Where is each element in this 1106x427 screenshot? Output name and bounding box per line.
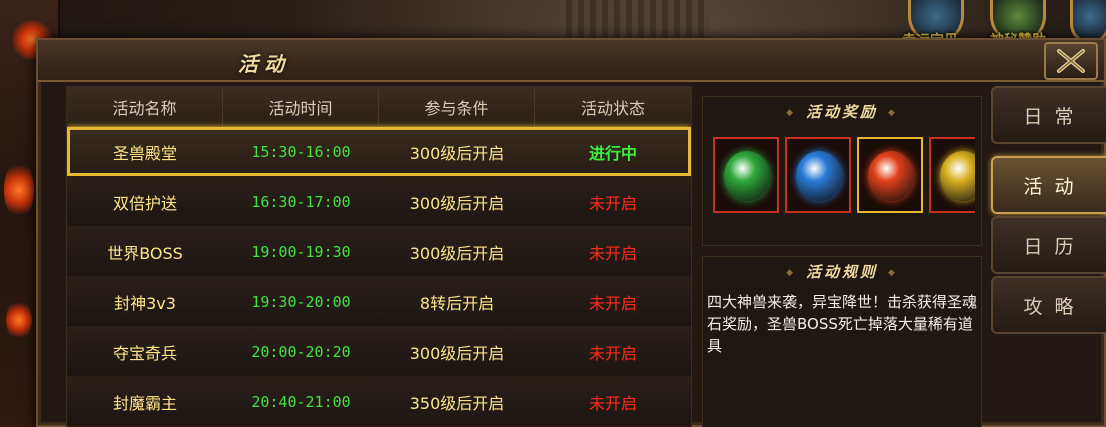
green-beast-soul-stone-icon — [724, 151, 770, 201]
activity-time-cell: 16:30-17:00 — [251, 192, 351, 211]
table-row[interactable]: 世界BOSS 19:00-19:30 300级后开启 未开启 — [67, 227, 691, 277]
rule-description: 四大神兽来袭，异宝降世！击杀获得圣魂石奖励，圣兽BOSS死亡掉落大量稀有道具 — [707, 293, 978, 355]
window-title: 活动 — [238, 52, 290, 76]
reward-panel-title: 活动奖励 — [703, 101, 981, 122]
activity-status-cell: 未开启 — [588, 293, 637, 313]
activity-time-cell: 20:40-21:00 — [251, 392, 351, 411]
activity-status-cell: 未开启 — [588, 193, 637, 213]
tab-daily[interactable]: 日常 — [991, 86, 1106, 144]
reward-item[interactable] — [857, 137, 923, 213]
table-row[interactable]: 封神3v3 19:30-20:00 8转后开启 未开启 — [67, 277, 691, 327]
activity-condition-cell: 300级后开启 — [409, 243, 505, 263]
reward-item[interactable] — [713, 137, 779, 213]
blue-beast-soul-stone-icon — [796, 151, 842, 201]
activity-time-cell: 19:30-20:00 — [251, 292, 351, 311]
activity-time-cell: 15:30-16:00 — [251, 142, 351, 161]
activity-condition-cell: 8转后开启 — [419, 293, 495, 313]
header-activity-time: 活动时间 — [223, 87, 379, 126]
header-condition: 参与条件 — [379, 87, 535, 126]
reward-panel: 活动奖励 — [702, 96, 982, 246]
activity-name-cell: 封神3v3 — [114, 293, 176, 313]
table-header: 活动名称 活动时间 参与条件 活动状态 — [67, 87, 691, 127]
tab-activity[interactable]: 活动 — [991, 156, 1106, 214]
close-icon — [1057, 49, 1085, 73]
table-row[interactable]: 封魔霸主 20:40-21:00 350级后开启 未开启 — [67, 377, 691, 427]
table-row[interactable]: 夺宝奇兵 20:00-20:20 300级后开启 未开启 — [67, 327, 691, 377]
activity-name-cell: 圣兽殿堂 — [112, 143, 177, 163]
activity-name-cell: 封魔霸主 — [112, 393, 177, 413]
activity-table: 活动名称 活动时间 参与条件 活动状态 圣兽殿堂 15:30-16:00 300级后… — [66, 86, 692, 427]
activity-condition-cell: 300级后开启 — [409, 143, 505, 163]
activity-window: 活动 活动名称 活动时间 参与条件 活动状态 圣兽殿堂 15:30-16:00 30… — [36, 38, 1106, 427]
table-row[interactable]: 双倍护送 16:30-17:00 300级后开启 未开启 — [67, 177, 691, 227]
dragon-ember-glow — [4, 160, 34, 220]
activity-name-cell: 夺宝奇兵 — [112, 343, 177, 363]
red-beast-soul-stone-icon — [868, 151, 914, 201]
activity-status-cell: 未开启 — [588, 393, 637, 413]
activity-time-cell: 20:00-20:20 — [251, 342, 351, 361]
activity-condition-cell: 300级后开启 — [409, 343, 505, 363]
activity-time-cell: 19:00-19:30 — [251, 242, 351, 261]
table-body: 圣兽殿堂 15:30-16:00 300级后开启 进行中双倍护送 16:30-17:00… — [67, 127, 691, 427]
activity-status-cell: 未开启 — [588, 343, 637, 363]
close-button[interactable] — [1044, 42, 1098, 80]
reward-items — [713, 137, 975, 217]
dragon-ember-glow — [6, 300, 32, 340]
activity-condition-cell: 300级后开启 — [409, 193, 505, 213]
tab-guide[interactable]: 攻略 — [991, 276, 1106, 334]
activity-status-cell: 进行中 — [588, 143, 637, 163]
activity-condition-cell: 350级后开启 — [409, 393, 505, 413]
activity-status-cell: 未开启 — [588, 243, 637, 263]
table-row[interactable]: 圣兽殿堂 15:30-16:00 300级后开启 进行中 — [67, 127, 691, 177]
reward-item[interactable] — [785, 137, 851, 213]
window-title-bar: 活动 — [38, 40, 1104, 82]
activity-name-cell: 世界BOSS — [107, 243, 183, 263]
tab-calendar[interactable]: 日历 — [991, 216, 1106, 274]
header-activity-name: 活动名称 — [67, 87, 223, 126]
activity-name-cell: 双倍护送 — [112, 193, 177, 213]
gold-beast-soul-stone-icon — [940, 151, 975, 201]
header-status: 活动状态 — [580, 98, 645, 118]
rule-panel-title: 活动规则 — [703, 261, 981, 282]
rule-panel: 活动规则 四大神兽来袭，异宝降世！击杀获得圣魂石奖励，圣兽BOSS死亡掉落大量稀… — [702, 256, 982, 427]
reward-item[interactable] — [929, 137, 975, 213]
